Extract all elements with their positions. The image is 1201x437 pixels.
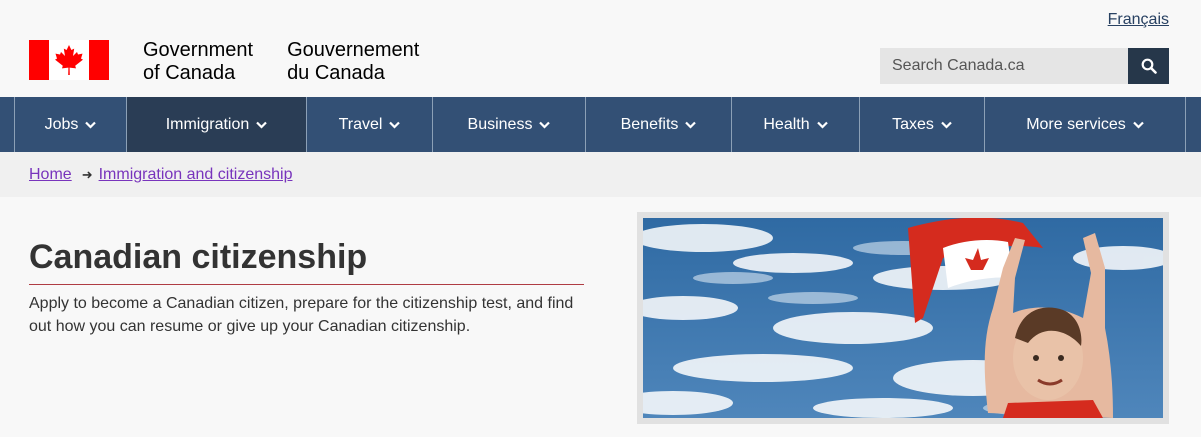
breadcrumb: Home ➜ Immigration and citizenship: [0, 152, 1201, 197]
chevron-down-icon: [941, 121, 952, 129]
menu-item-label: Health: [763, 115, 810, 133]
wordmark-en-line1: Government: [143, 39, 254, 61]
wordmark-fr-line2: du Canada: [287, 62, 385, 84]
hero-image-frame: [637, 212, 1169, 424]
search-button[interactable]: [1128, 48, 1169, 84]
wordmark-english: Government of Canada: [143, 39, 253, 85]
government-brand[interactable]: Government of Canada Gouvernement du Can…: [29, 39, 419, 85]
menu-item-label: Travel: [338, 115, 383, 133]
arrow-right-icon: ➜: [81, 166, 93, 182]
language-toggle-link[interactable]: Français: [1108, 11, 1169, 29]
menu-item-benefits[interactable]: Benefits: [585, 97, 731, 152]
search-input[interactable]: [880, 48, 1128, 84]
breadcrumb-link-home[interactable]: Home: [29, 166, 72, 184]
menu-item-health[interactable]: Health: [731, 97, 859, 152]
menu-item-more-services[interactable]: More services: [984, 97, 1186, 152]
page-description: Apply to become a Canadian citizen, prep…: [29, 295, 574, 335]
menu-item-label: Benefits: [620, 115, 679, 133]
wordmark-french: Gouvernement du Canada: [287, 39, 419, 85]
chevron-down-icon: [256, 121, 268, 129]
menu-item-label: Jobs: [44, 115, 79, 133]
menu-item-taxes[interactable]: Taxes: [859, 97, 984, 152]
menu-item-business[interactable]: Business: [432, 97, 585, 152]
wordmark-fr-line1: Gouvernement: [287, 39, 420, 61]
chevron-down-icon: [539, 121, 551, 129]
main-menu: Jobs Immigration Travel Business Benefit…: [0, 97, 1201, 152]
breadcrumb-link-immigration[interactable]: Immigration and citizenship: [99, 166, 293, 184]
menu-item-travel[interactable]: Travel: [306, 97, 432, 152]
menu-item-label: Taxes: [892, 115, 934, 133]
chevron-down-icon: [685, 121, 697, 129]
menu-item-label: Business: [467, 115, 533, 133]
chevron-down-icon: [85, 121, 97, 129]
chevron-down-icon: [389, 121, 401, 129]
menu-item-immigration[interactable]: Immigration: [126, 97, 306, 152]
hero-image: [643, 218, 1163, 418]
title-underline: [29, 284, 584, 285]
menu-item-label: More services: [1026, 115, 1126, 133]
menu-item-label: Immigration: [165, 115, 250, 133]
search-icon: [1141, 58, 1157, 74]
wordmark-en-line2: of Canada: [143, 62, 236, 84]
chevron-down-icon: [1133, 121, 1144, 129]
search-form: [880, 48, 1169, 84]
canada-flag-icon: [29, 40, 109, 80]
chevron-down-icon: [816, 121, 828, 129]
page-title: Canadian citizenship: [29, 238, 368, 276]
government-wordmark: Government of Canada Gouvernement du Can…: [143, 39, 419, 85]
menu-item-jobs[interactable]: Jobs: [14, 97, 126, 152]
